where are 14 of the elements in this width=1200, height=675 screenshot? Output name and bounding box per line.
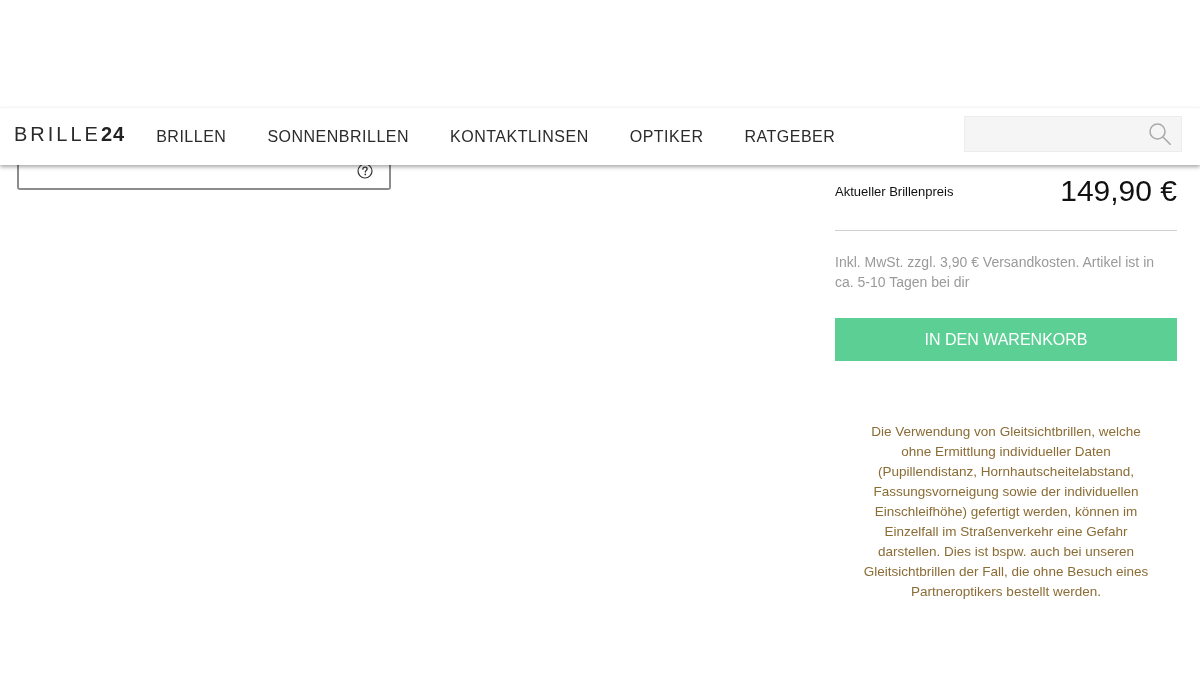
price: 149,90 € bbox=[1060, 174, 1177, 208]
nav-link[interactable]: BRILLEN bbox=[156, 127, 227, 146]
brand-logo[interactable]: BRILLE24 bbox=[14, 123, 126, 144]
nav-link[interactable]: KONTAKTLINSEN bbox=[450, 127, 589, 146]
nav-link[interactable]: RATGEBER bbox=[744, 127, 836, 146]
shipping-note: Inkl. MwSt. zzgl. 3,90 € Versandkosten. Artikel ist in ca. 5-10 Tagen bei dir bbox=[835, 253, 1156, 292]
input-field[interactable] bbox=[17, 165, 391, 190]
nav-link[interactable]: SONNENBRILLEN bbox=[267, 127, 410, 146]
nav-link[interactable]: OPTIKER bbox=[629, 127, 704, 146]
disclaimer-text: Die Verwendung von Gleitsichtbrillen, welche ohne Ermittlung individueller Daten (Pupillendistanz, Hornhautscheitelabstand, Fassungsvorneigung sowie der individuellen Einschleifhöhe) gefertigt werden, können im Einzelfall im Straßenverkehr eine Gefahr darstellen. Dies ist bspw. auch bei unseren Gleitsichtbrillen der Fall, die ohne Besuch eines Partneroptikers bestellt werden. bbox=[862, 423, 1150, 601]
search-icon[interactable] bbox=[1149, 122, 1171, 145]
search-field[interactable] bbox=[964, 115, 1182, 152]
help-icon[interactable] bbox=[357, 163, 373, 179]
price-label: Aktueller Brillenpreis bbox=[835, 183, 954, 199]
